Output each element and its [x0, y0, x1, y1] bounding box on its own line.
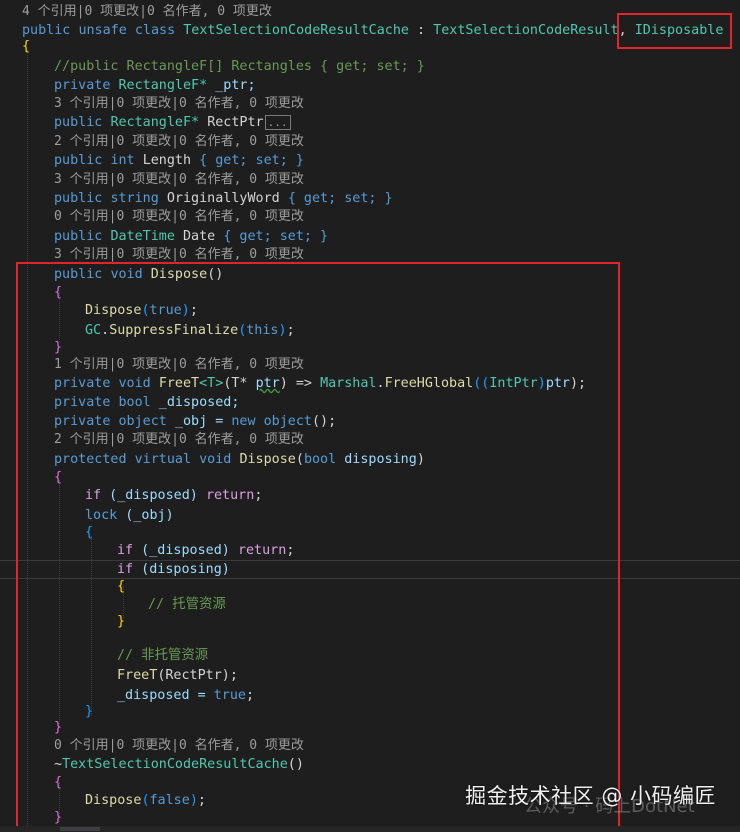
horizontal-scrollbar[interactable] — [0, 826, 740, 832]
codelens[interactable]: 0 个引用|0 项更改|0 名作者, 0 项更改 — [54, 207, 304, 226]
date-property: public DateTime Date { get; set; } — [54, 227, 328, 246]
type-name: RectangleF* — [110, 115, 200, 130]
keyword: public — [54, 229, 103, 244]
codelens[interactable]: 2 个引用|0 项更改|0 名作者, 0 项更改 — [54, 132, 304, 151]
property-name: OriginallyWord — [166, 191, 280, 206]
watermark: 掘金技术社区 @ 小码编匠 — [465, 784, 716, 808]
keyword: public — [22, 23, 71, 38]
keyword: int — [110, 153, 135, 168]
ptr-field: private RectangleF* _ptr; — [54, 76, 256, 95]
property-name: RectPtr — [207, 115, 264, 130]
class-name[interactable]: TextSelectionCodeResultCache — [183, 23, 409, 38]
codelens[interactable]: 3 个引用|0 项更改|0 名作者, 0 项更改 — [54, 170, 304, 189]
keyword: unsafe — [78, 23, 127, 38]
scrollbar-thumb[interactable] — [60, 827, 100, 831]
class-open-brace: { — [22, 39, 31, 54]
idisposable-highlight-box — [617, 13, 732, 49]
keyword: public — [54, 115, 103, 130]
code-editor[interactable]: 4 个引用|0 项更改|0 名作者, 0 项更改 public unsafe c… — [0, 0, 740, 832]
punctuation: : — [408, 23, 434, 38]
accessors: { get; set; } — [199, 153, 304, 168]
keyword: public — [54, 191, 103, 206]
collapsed-region-ellipsis[interactable]: ... — [264, 114, 291, 130]
type-name: DateTime — [110, 229, 175, 244]
originallyword-property: public string OriginallyWord { get; set;… — [54, 189, 393, 208]
field-name: _ptr; — [207, 78, 256, 93]
property-name: Date — [183, 229, 216, 244]
comment-line: //public RectangleF[] Rectangles { get; … — [54, 59, 425, 74]
accessors: { get; set; } — [223, 229, 329, 244]
length-property: public int Length { get; set; } — [54, 151, 304, 170]
keyword: public — [54, 153, 103, 168]
keyword: private — [54, 78, 111, 93]
keyword: class — [134, 23, 176, 38]
accessors: { get; set; } — [287, 191, 393, 206]
codelens[interactable]: 3 个引用|0 项更改|0 名作者, 0 项更改 — [54, 94, 304, 113]
codelens-class[interactable]: 4 个引用|0 项更改|0 名作者, 0 项更改 — [22, 2, 272, 21]
keyword: string — [110, 191, 159, 206]
type-name: RectangleF* — [118, 78, 208, 93]
rectptr-property: public RectangleF* RectPtr... — [54, 113, 291, 132]
property-name: Length — [142, 153, 192, 168]
base-class[interactable]: TextSelectionCodeResult — [433, 23, 618, 38]
dispose-pattern-highlight-box — [16, 262, 620, 828]
